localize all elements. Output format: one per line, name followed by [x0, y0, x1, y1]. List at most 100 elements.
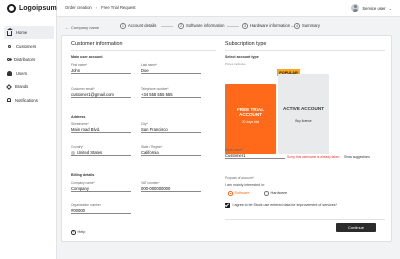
city-input[interactable]: San Francisco [141, 127, 201, 133]
step-number: 1 [120, 22, 126, 29]
street-field[interactable]: Streetname* Main road Blvd. [71, 122, 131, 133]
sidebar-item-notifications[interactable]: Notifications [4, 94, 54, 107]
street-label: Streetname* [71, 122, 89, 126]
purpose-label: Purpose of account* [225, 176, 254, 180]
user-icon [8, 44, 11, 48]
country-field[interactable]: Country* United States [71, 145, 131, 156]
step-account-details[interactable]: 1 Account details [120, 22, 157, 29]
select-account-type-label: Select account type [225, 55, 259, 59]
state-label: State / Region* [141, 145, 163, 149]
show-suggestions-link[interactable]: Show suggestions [344, 155, 370, 159]
consent-checkbox[interactable]: I agree to let Stock use entered data fo… [225, 203, 337, 208]
step-hardware-information[interactable]: 3 Hardware information [242, 22, 291, 29]
chevron-down-icon: ⌄ [388, 5, 392, 11]
state-field[interactable]: State / Region* California [141, 145, 201, 156]
radio-selected-icon [228, 191, 233, 196]
active-account-card[interactable]: ACTIVE ACCOUNT Buy license [278, 74, 329, 154]
sidebar-item-home[interactable]: Home [4, 26, 54, 39]
email-label: Customer email* [71, 87, 95, 91]
state-input[interactable]: California [141, 150, 201, 156]
org-number-input[interactable]: #00000 [71, 208, 131, 214]
help-link[interactable]: ? Help [71, 230, 85, 235]
free-trial-account-subtitle: 30 days trial [241, 120, 260, 124]
city-label: City* [141, 122, 148, 126]
vat-field[interactable]: VAT number* 000-000000000 [141, 181, 201, 192]
email-field[interactable]: Customer email* customer1@gmail.com [71, 87, 131, 98]
user-name: Service user [362, 5, 386, 11]
main-user-section-title: Main user account [71, 55, 103, 59]
checkbox-checked-icon [225, 203, 230, 208]
company-input[interactable]: Company [71, 186, 131, 192]
last-name-label: Last name* [141, 63, 158, 67]
phone-input[interactable]: +34 555 555 555 [141, 92, 201, 98]
back-link[interactable]: ← Company name [65, 25, 99, 30]
step-software-information[interactable]: 2 Software information [178, 22, 224, 29]
step-label: Summary [302, 23, 320, 28]
breadcrumb-item-current: Free Trial Request [101, 5, 136, 10]
radio-software[interactable]: Software [228, 191, 249, 196]
radio-hardware[interactable]: Hardware [264, 191, 287, 196]
stock-name-label: Stock name* [225, 148, 244, 152]
first-name-field[interactable]: First name* John [71, 63, 131, 74]
arrow-left-icon: ← [65, 25, 69, 30]
step-summary[interactable]: 4 Summary [294, 22, 320, 29]
country-select[interactable]: United States [71, 150, 131, 156]
active-account-title: ACTIVE ACCOUNT [283, 106, 324, 111]
vat-label: VAT number* [141, 181, 160, 185]
step-label: Account details [128, 23, 157, 28]
last-name-input[interactable]: Doe [141, 68, 201, 74]
breadcrumb-item-order-creation[interactable]: Order creation [65, 5, 92, 10]
step-connector [161, 26, 173, 27]
radio-unselected-icon [264, 191, 269, 196]
sidebar-item-distributors[interactable]: Distributors [4, 53, 54, 66]
email-input[interactable]: customer1@gmail.com [71, 92, 131, 98]
account-details-card: Customer information Main user account F… [61, 35, 392, 242]
logo-text: Logoipsum [19, 5, 57, 12]
stock-name-error: Sorry, this username is already taken [287, 155, 340, 159]
vat-input[interactable]: 000-000000000 [141, 186, 201, 192]
sidebar-item-label: Brands [15, 84, 29, 90]
last-name-field[interactable]: Last name* Doe [141, 63, 201, 74]
country-value: United States [77, 149, 103, 155]
city-field[interactable]: City* San Francisco [141, 122, 201, 133]
continue-button[interactable]: Continue [336, 223, 376, 232]
chevron-right-icon: › [95, 5, 98, 10]
divider [71, 50, 216, 51]
radio-hardware-label: Hardware [270, 191, 287, 196]
home-icon [6, 28, 13, 36]
tag-icon [6, 84, 12, 90]
company-label: Company name* [71, 181, 95, 185]
org-number-field[interactable]: Organization number #00000 [71, 203, 131, 214]
consent-label: I agree to let Stock use entered data fo… [232, 203, 337, 208]
first-name-input[interactable]: John [71, 68, 131, 74]
sidebar-nav: Home Customers Distributors Users Brands… [4, 26, 54, 108]
sidebar-item-customers[interactable]: Customers [4, 40, 54, 53]
customer-information-title: Customer information [71, 41, 123, 47]
sidebar: Logoipsum Home Customers Distributors Us… [0, 0, 57, 259]
sidebar-item-users[interactable]: Users [4, 67, 54, 80]
logo[interactable]: Logoipsum [7, 4, 57, 13]
step-label: Hardware information [250, 23, 291, 28]
phone-label: Telephone number* [141, 87, 169, 91]
breadcrumb: Order creation › Free Trial Request [65, 5, 136, 10]
user-menu[interactable]: Service user ⌄ [351, 4, 392, 12]
stock-name-input[interactable]: Customer1 [225, 153, 285, 159]
person-icon [7, 70, 12, 76]
billing-section-title: Billing details [71, 173, 95, 177]
sidebar-item-brands[interactable]: Brands [4, 80, 54, 93]
address-section-title: Address [71, 115, 86, 119]
help-icon: ? [71, 230, 76, 235]
free-trial-account-card[interactable]: FREE TRIAL ACCOUNT 30 days trial [225, 84, 276, 154]
sidebar-item-label: Home [16, 30, 28, 35]
flag-icon [71, 150, 75, 155]
step-connector [227, 26, 239, 27]
sidebar-item-label: Users [16, 70, 27, 76]
phone-field[interactable]: Telephone number* +34 555 555 555 [141, 87, 201, 98]
first-name-label: First name* [71, 63, 88, 67]
company-field[interactable]: Company name* Company [71, 181, 131, 192]
subscription-type-title: Subscription type [225, 41, 267, 47]
back-label: Company name [71, 25, 100, 30]
interest-label: I am mainly interested in: [225, 183, 265, 187]
street-input[interactable]: Main road Blvd. [71, 127, 131, 133]
step-number: 4 [294, 22, 300, 29]
